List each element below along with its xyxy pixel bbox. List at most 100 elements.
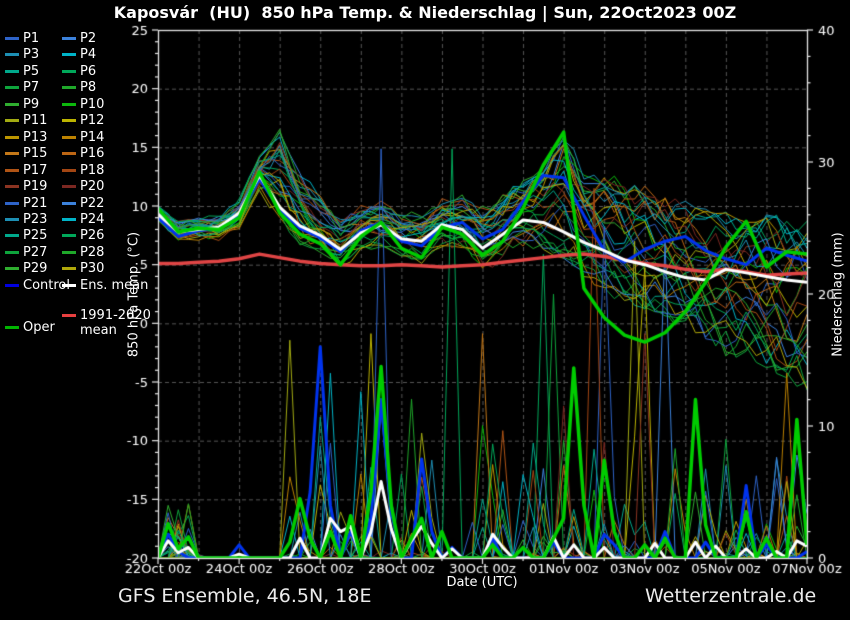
legend-label: P24	[80, 212, 104, 227]
legend-item-p18: P18	[62, 163, 104, 179]
legend-swatch	[5, 251, 19, 254]
legend-swatch	[62, 251, 76, 254]
legend-label: P7	[23, 80, 39, 95]
legend-label: P22	[80, 196, 104, 211]
legend-item-p29: P29	[5, 261, 47, 277]
y-axis-right-label: Niederschlag (mm)	[831, 215, 846, 375]
legend-swatch	[5, 326, 19, 329]
legend-label: P28	[80, 245, 104, 260]
legend-label: P9	[23, 97, 39, 112]
legend-item-p26: P26	[62, 228, 104, 244]
legend-label: P20	[80, 179, 104, 194]
legend-swatch	[62, 70, 76, 73]
legend-item-p22: P22	[62, 196, 104, 212]
legend-label: P15	[23, 146, 47, 161]
legend-item-p6: P6	[62, 64, 96, 80]
legend-item-p15: P15	[5, 146, 47, 162]
legend-label: P6	[80, 64, 96, 79]
legend-swatch	[62, 86, 76, 89]
legend-item-p16: P16	[62, 146, 104, 162]
legend-item-p7: P7	[5, 80, 39, 96]
y-axis-left-label: 850 hPa Temp. (°C)	[127, 215, 142, 375]
legend-item-p21: P21	[5, 196, 47, 212]
legend-label: P26	[80, 228, 104, 243]
legend-item-p14: P14	[62, 130, 104, 146]
legend-item-p8: P8	[62, 80, 96, 96]
legend-item-p28: P28	[62, 245, 104, 261]
legend-item-p24: P24	[62, 212, 104, 228]
legend-label: P29	[23, 261, 47, 276]
legend-swatch	[5, 169, 19, 172]
legend-item-p23: P23	[5, 212, 47, 228]
legend-swatch	[62, 152, 76, 155]
legend-swatch	[62, 202, 76, 205]
legend-item-p5: P5	[5, 64, 39, 80]
legend-label: P16	[80, 146, 104, 161]
legend-swatch	[62, 314, 76, 317]
legend-label: P3	[23, 47, 39, 62]
legend-item-control: Control	[5, 278, 70, 294]
legend-item-p10: P10	[62, 97, 104, 113]
legend-item-p13: P13	[5, 130, 47, 146]
legend-label: P18	[80, 163, 104, 178]
legend-label: P25	[23, 228, 47, 243]
legend-label: P4	[80, 47, 96, 62]
legend-label: P17	[23, 163, 47, 178]
legend-item-p30: P30	[62, 261, 104, 277]
legend-item-p17: P17	[5, 163, 47, 179]
legend-label: P11	[23, 113, 47, 128]
legend-label: P2	[80, 31, 96, 46]
legend-label: P19	[23, 179, 47, 194]
legend-swatch	[62, 103, 76, 106]
legend-swatch	[62, 218, 76, 221]
legend-item-p9: P9	[5, 97, 39, 113]
legend-item-p20: P20	[62, 179, 104, 195]
legend-item-p11: P11	[5, 113, 47, 129]
legend-item-p3: P3	[5, 47, 39, 63]
legend-swatch	[5, 267, 19, 270]
legend-swatch	[62, 169, 76, 172]
footer-model-info: GFS Ensemble, 46.5N, 18E	[118, 585, 371, 607]
legend-swatch	[62, 267, 76, 270]
legend-swatch	[62, 284, 76, 287]
legend-label: P21	[23, 196, 47, 211]
legend-swatch	[5, 152, 19, 155]
legend-label: P14	[80, 130, 104, 145]
legend-swatch	[62, 136, 76, 139]
legend-swatch	[5, 185, 19, 188]
legend-item-p12: P12	[62, 113, 104, 129]
legend-label: P23	[23, 212, 47, 227]
legend-swatch	[5, 86, 19, 89]
legend-item-oper: Oper	[5, 320, 55, 336]
meteogram-page: Kaposvár (HU) 850 hPa Temp. & Niederschl…	[0, 0, 850, 620]
legend-label: P1	[23, 31, 39, 46]
legend-label: P27	[23, 245, 47, 260]
legend-swatch	[5, 202, 19, 205]
legend-item-p4: P4	[62, 47, 96, 63]
legend-swatch	[5, 53, 19, 56]
legend-item-p19: P19	[5, 179, 47, 195]
footer-branding: Wetterzentrale.de	[645, 585, 816, 607]
x-axis-label: Date (UTC)	[407, 575, 557, 590]
legend-swatch	[5, 218, 19, 221]
legend-label: P12	[80, 113, 104, 128]
legend-label: P5	[23, 64, 39, 79]
legend-label: P13	[23, 130, 47, 145]
legend-swatch	[62, 53, 76, 56]
legend-swatch	[5, 37, 19, 40]
legend-item-p2: P2	[62, 31, 96, 47]
legend-swatch	[62, 234, 76, 237]
legend-label: P10	[80, 97, 104, 112]
legend-swatch	[62, 185, 76, 188]
legend-swatch	[62, 37, 76, 40]
legend-item-p1: P1	[5, 31, 39, 47]
legend-swatch	[5, 119, 19, 122]
legend-item-p27: P27	[5, 245, 47, 261]
legend-item-p25: P25	[5, 228, 47, 244]
legend-swatch	[5, 234, 19, 237]
legend-swatch	[5, 103, 19, 106]
legend-label: Oper	[23, 320, 55, 335]
legend-swatch	[5, 136, 19, 139]
legend-swatch	[5, 284, 19, 287]
legend-swatch	[62, 119, 76, 122]
